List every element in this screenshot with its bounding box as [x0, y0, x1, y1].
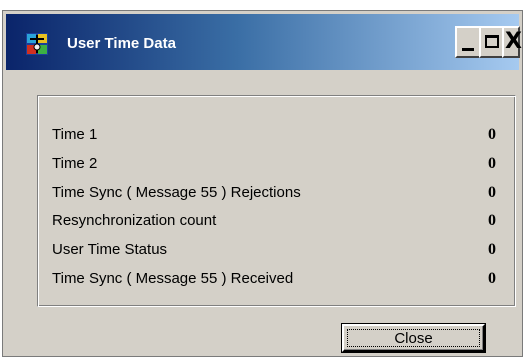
row-label: Time Sync ( Message 55 ) Received — [52, 270, 294, 287]
row-value: 0 — [488, 126, 496, 143]
dialog-window: User Time Data X Time 1 0 Time 2 0 Time … — [2, 10, 523, 357]
row-label: Resynchronization count — [52, 212, 217, 229]
data-groupbox: Time 1 0 Time 2 0 Time Sync ( Message 55… — [37, 95, 516, 307]
row-label: Time 1 — [52, 126, 98, 143]
data-row-time-1: Time 1 0 — [52, 126, 496, 148]
row-value: 0 — [488, 270, 496, 287]
app-icon — [26, 33, 48, 55]
row-value: 0 — [488, 184, 496, 201]
row-label: Time 2 — [52, 155, 98, 172]
close-icon: X — [505, 29, 522, 54]
title-bar[interactable]: User Time Data X — [6, 14, 522, 70]
row-label: Time Sync ( Message 55 ) Rejections — [52, 184, 301, 201]
data-row-sync-received: Time Sync ( Message 55 ) Received 0 — [52, 270, 496, 292]
row-value: 0 — [488, 241, 496, 258]
row-value: 0 — [488, 212, 496, 229]
minimize-button[interactable] — [455, 26, 481, 58]
close-button-label: Close — [394, 330, 433, 347]
close-button[interactable]: Close — [341, 323, 486, 353]
data-row-sync-rejections: Time Sync ( Message 55 ) Rejections 0 — [52, 184, 496, 206]
maximize-icon — [485, 35, 499, 48]
row-label: User Time Status — [52, 241, 168, 258]
data-row-time-2: Time 2 0 — [52, 155, 496, 177]
data-row-resync-count: Resynchronization count 0 — [52, 212, 496, 234]
title-close-button[interactable]: X — [502, 26, 522, 58]
data-row-user-time-status: User Time Status 0 — [52, 241, 496, 263]
minimize-icon — [462, 48, 474, 51]
row-value: 0 — [488, 155, 496, 172]
window-title: User Time Data — [67, 35, 176, 52]
